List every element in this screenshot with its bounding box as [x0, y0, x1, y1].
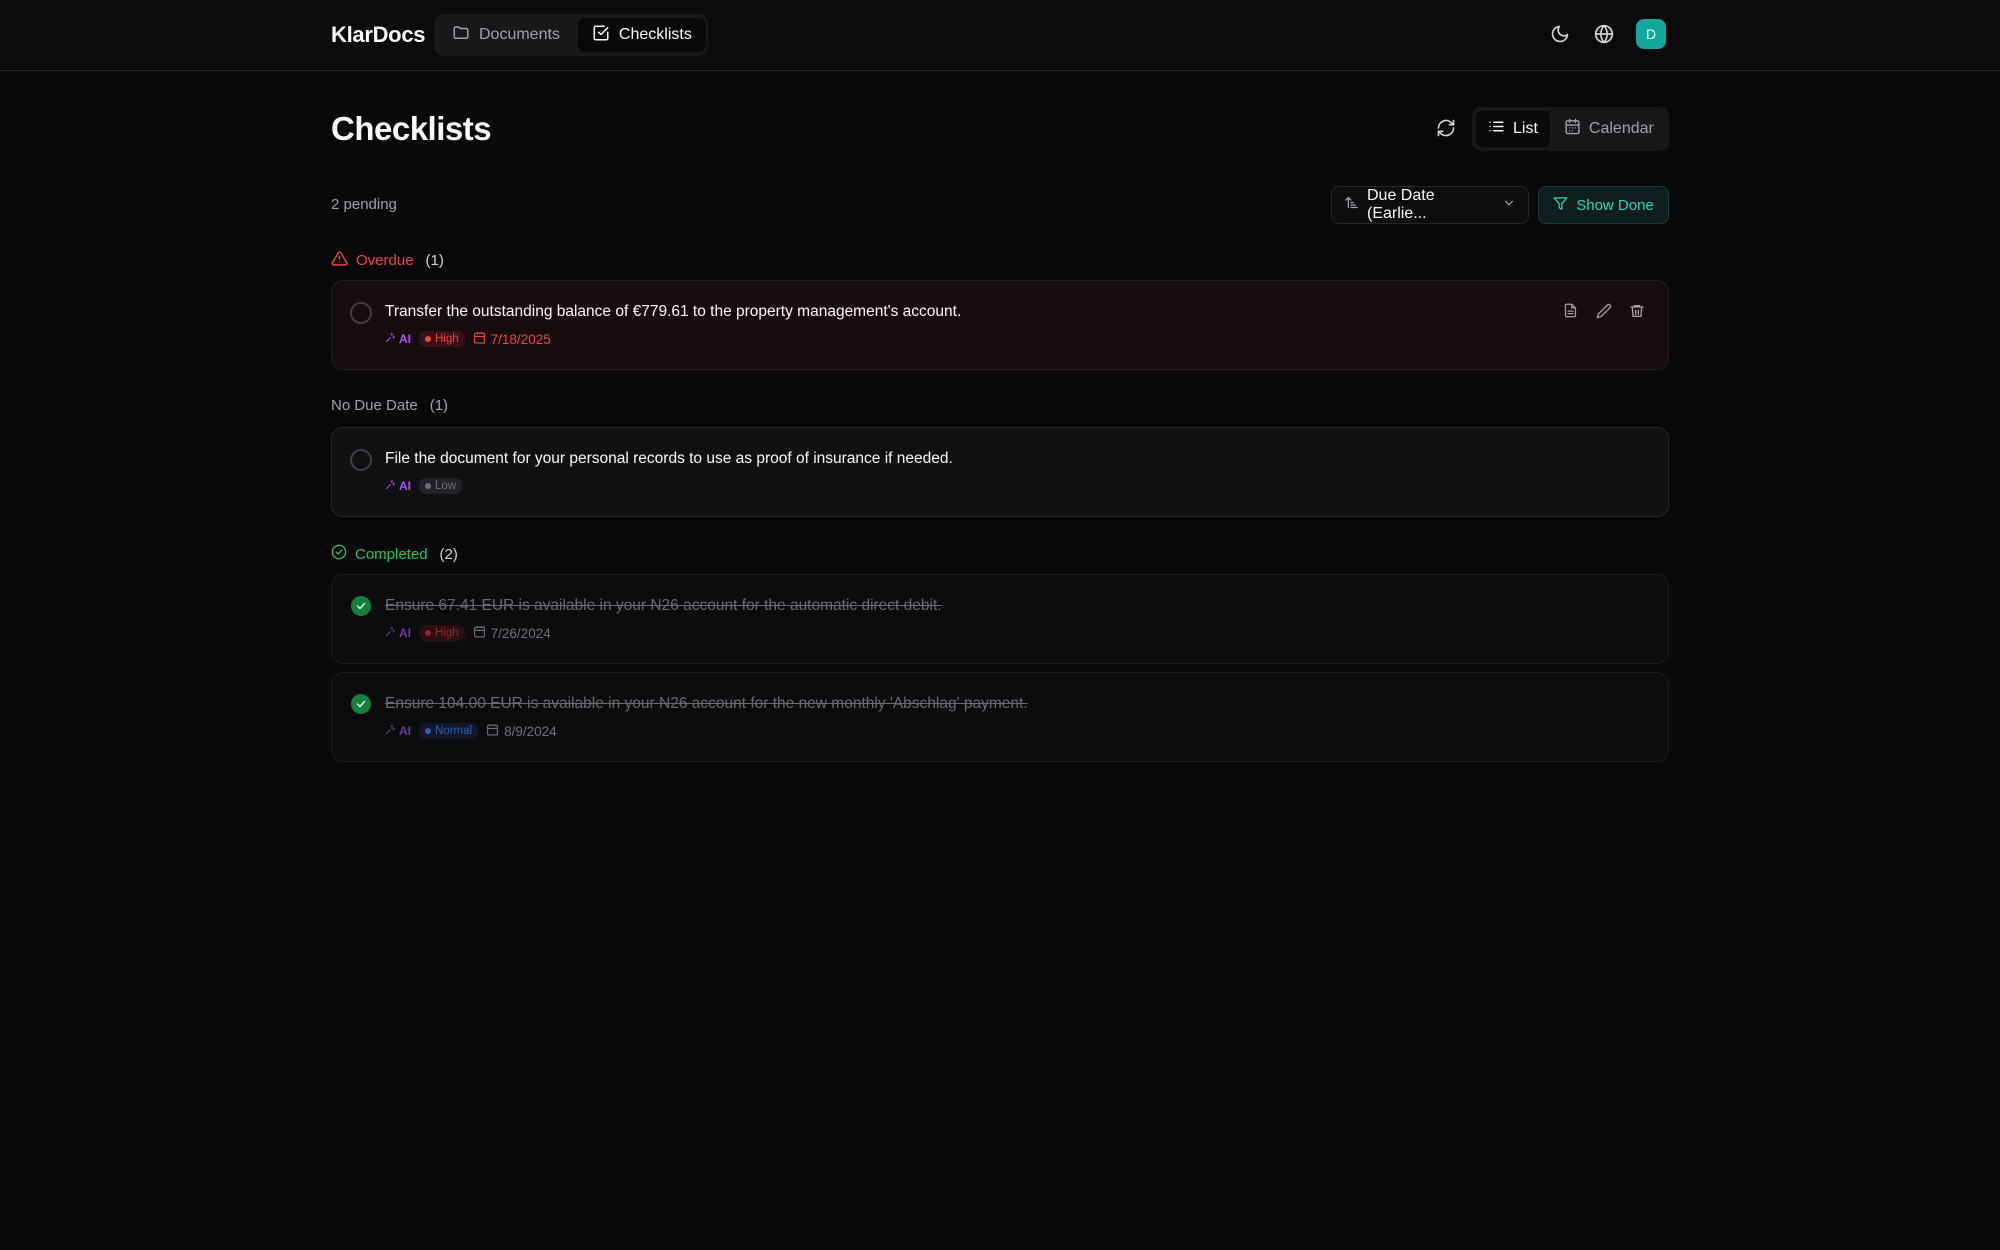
sparkles-icon [385, 626, 396, 640]
section-completed: Completed (2) [331, 544, 458, 564]
pending-count: 2 pending [331, 196, 397, 213]
moon-icon[interactable] [1548, 22, 1572, 46]
completed-checkbox[interactable] [351, 694, 371, 714]
globe-icon[interactable] [1592, 22, 1616, 46]
sparkles-icon [385, 479, 396, 493]
section-overdue: Overdue (1) [331, 250, 444, 271]
filter-icon [1553, 196, 1568, 215]
checklist-item[interactable]: Transfer the outstanding balance of €779… [331, 280, 1669, 370]
nav-checklists[interactable]: Checklists [577, 18, 706, 52]
item-title: Ensure 67.41 EUR is available in your N2… [385, 597, 942, 614]
view-list-button[interactable]: List [1476, 111, 1550, 147]
ai-label: AI [399, 479, 411, 493]
check-icon [356, 602, 366, 610]
ai-label: AI [399, 724, 411, 738]
sort-select[interactable]: Due Date (Earlie... [1331, 186, 1529, 224]
complete-checkbox[interactable] [350, 449, 372, 471]
calendar-icon [473, 625, 486, 641]
view-calendar-button[interactable]: Calendar [1552, 111, 1666, 147]
show-done-label: Show Done [1576, 196, 1654, 214]
view-calendar-label: Calendar [1588, 120, 1654, 137]
priority-label: Low [435, 480, 457, 492]
calendar-icon [473, 331, 486, 347]
trash-icon[interactable] [1629, 303, 1646, 320]
section-no-due-label: No Due Date [331, 397, 418, 414]
main-nav: Documents Checklists [434, 14, 708, 56]
nav-checklists-label: Checklists [618, 26, 692, 43]
sort-label: Due Date (Earlie... [1367, 187, 1435, 222]
item-actions [1563, 303, 1646, 320]
section-completed-count: (2) [439, 545, 458, 563]
checklist-item[interactable]: File the document for your personal reco… [331, 427, 1669, 517]
checkbox-icon [592, 24, 610, 47]
folder-icon [452, 24, 470, 47]
checklist-item[interactable]: Ensure 67.41 EUR is available in your N2… [331, 574, 1669, 664]
due-date-label: 7/26/2024 [490, 625, 551, 641]
sparkles-icon [385, 332, 396, 346]
page-title: Checklists [331, 110, 492, 147]
priority-label: Normal [435, 725, 473, 737]
section-completed-label: Completed [355, 545, 428, 563]
document-icon[interactable] [1563, 303, 1580, 320]
ai-badge: AI [385, 332, 411, 346]
item-meta: AI High 7/18/2025 [385, 331, 551, 347]
checklist-item[interactable]: Ensure 104.00 EUR is available in your N… [331, 672, 1669, 762]
section-overdue-count: (1) [425, 252, 444, 269]
section-overdue-label: Overdue [356, 252, 414, 269]
ai-badge: AI [385, 724, 411, 738]
ai-label: AI [399, 626, 411, 640]
ai-badge: AI [385, 479, 411, 493]
priority-badge: Normal [419, 723, 479, 739]
ai-badge: AI [385, 626, 411, 640]
item-meta: AI Low [385, 478, 463, 494]
due-date-label: 8/9/2024 [504, 723, 557, 739]
priority-dot [425, 336, 431, 342]
edit-icon[interactable] [1596, 303, 1613, 320]
sparkles-icon [385, 724, 396, 738]
item-meta: AI High 7/26/2024 [385, 625, 551, 641]
view-toggle: List Calendar [1472, 107, 1669, 151]
avatar[interactable]: D [1636, 19, 1666, 49]
nav-documents-label: Documents [479, 26, 560, 43]
priority-dot [425, 483, 431, 489]
check-circle-icon [331, 544, 347, 564]
due-date: 8/9/2024 [486, 723, 557, 739]
priority-label: High [435, 333, 459, 345]
item-meta: AI Normal 8/9/2024 [385, 723, 557, 739]
due-date: 7/26/2024 [473, 625, 551, 641]
priority-badge: Low [419, 478, 463, 494]
show-done-button[interactable]: Show Done [1538, 186, 1669, 224]
sort-icon [1344, 195, 1359, 215]
item-title: File the document for your personal reco… [385, 450, 953, 467]
section-no-due-date: No Due Date (1) [331, 397, 448, 414]
item-title: Ensure 104.00 EUR is available in your N… [385, 695, 1028, 712]
priority-label: High [435, 627, 459, 639]
chevron-down-icon [1502, 196, 1516, 215]
ai-label: AI [399, 332, 411, 346]
check-icon [356, 700, 366, 708]
brand-logo[interactable]: KlarDocs [331, 22, 426, 48]
calendar-icon [486, 723, 499, 739]
view-list-label: List [1513, 120, 1538, 137]
priority-badge: High [419, 625, 465, 641]
priority-badge: High [419, 331, 465, 347]
warning-icon [331, 250, 348, 271]
section-no-due-count: (1) [429, 397, 449, 414]
calendar-icon [1564, 118, 1581, 140]
due-date-label: 7/18/2025 [490, 331, 551, 347]
due-date: 7/18/2025 [473, 331, 551, 347]
top-actions: D [1548, 19, 1666, 49]
refresh-icon[interactable] [1434, 116, 1458, 140]
complete-checkbox[interactable] [350, 302, 372, 324]
nav-documents[interactable]: Documents [438, 18, 574, 52]
priority-dot [425, 630, 431, 636]
completed-checkbox[interactable] [351, 596, 371, 616]
top-bar: KlarDocs Documents Checklists D [0, 0, 2000, 71]
list-icon [1488, 118, 1505, 140]
priority-dot [425, 728, 431, 734]
item-title: Transfer the outstanding balance of €779… [385, 303, 962, 320]
